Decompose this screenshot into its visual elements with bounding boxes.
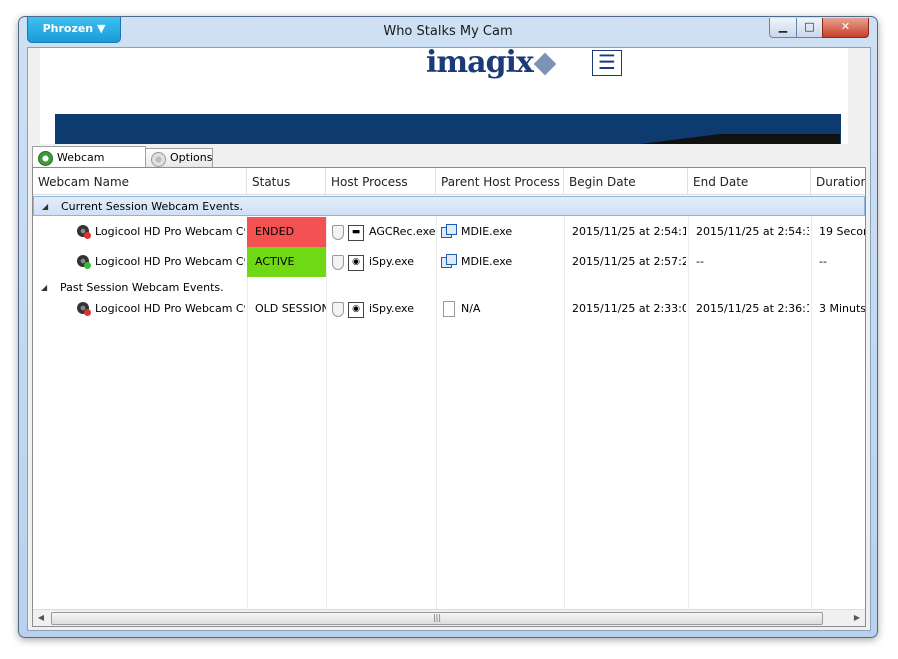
status-badge: OLD SESSION [255, 302, 326, 315]
host-process-cell: iSpy.exe [369, 302, 414, 315]
webcam-name-cell: Logicool HD Pro Webcam C910 [95, 225, 245, 238]
begin-date-cell: 2015/11/25 at 2:54:17 [572, 225, 686, 238]
duration-cell: 19 Secon [819, 225, 865, 238]
expand-triangle-icon[interactable]: ◢ [42, 197, 48, 217]
shield-icon [332, 255, 344, 270]
duration-cell: 3 Minuts. [819, 302, 865, 315]
hamburger-menu-icon[interactable]: ☰ [592, 50, 622, 76]
status-badge: ACTIVE [247, 247, 326, 277]
app-window: Phrozen ▼ Who Stalks My Cam ▁ □ ✕ imagix… [18, 16, 878, 638]
column-header-end-date[interactable]: End Date [688, 168, 811, 194]
eye-icon: ◉ [348, 255, 364, 271]
table-row[interactable]: Logicool HD Pro Webcam C910 ACTIVE ◉ iSp… [33, 247, 865, 277]
close-button[interactable]: ✕ [822, 18, 869, 38]
shield-icon [332, 302, 344, 317]
table-row[interactable]: Logicool HD Pro Webcam C910 OLD SESSION … [33, 294, 865, 324]
column-header-status[interactable]: Status [247, 168, 326, 194]
webcam-name-cell: Logicool HD Pro Webcam C910 [95, 302, 245, 315]
end-date-cell: 2015/11/25 at 2:36:12 [696, 302, 809, 315]
column-header-webcam-name[interactable]: Webcam Name [33, 168, 247, 194]
begin-date-cell: 2015/11/25 at 2:57:23 [572, 255, 686, 268]
eye-icon: ◉ [348, 302, 364, 318]
column-header-begin-date[interactable]: Begin Date [564, 168, 688, 194]
blank-page-icon [443, 301, 455, 317]
gear-icon [151, 152, 166, 167]
tab-options[interactable]: Options [145, 148, 213, 167]
column-header-parent-host-process[interactable]: Parent Host Process [436, 168, 564, 194]
window-icon [441, 254, 457, 268]
table-row[interactable]: Logicool HD Pro Webcam C910 ENDED ▬ AGCR… [33, 217, 865, 247]
group-label: Current Session Webcam Events. [61, 200, 243, 213]
scroll-left-arrow-icon[interactable]: ◀ [33, 610, 49, 626]
column-header-host-process[interactable]: Host Process [326, 168, 436, 194]
end-date-cell: 2015/11/25 at 2:54:36 [696, 225, 809, 238]
webcam-name-cell: Logicool HD Pro Webcam C910 [95, 255, 245, 268]
group-current-session[interactable]: ◢ Current Session Webcam Events. [33, 196, 865, 216]
column-header-duration[interactable]: Duration [811, 168, 865, 194]
webcam-icon [77, 255, 91, 269]
maximize-button[interactable]: □ [796, 18, 823, 38]
end-date-cell: -- [696, 255, 704, 268]
clock-icon [38, 151, 53, 166]
parent-process-cell: MDIE.exe [461, 225, 513, 238]
imagix-logo: imagix [426, 48, 557, 78]
duration-cell: -- [819, 255, 827, 268]
host-process-cell: AGCRec.exe [369, 225, 435, 238]
horizontal-scrollbar[interactable]: ◀ ||| ▶ [33, 609, 865, 626]
window-icon [441, 224, 457, 238]
status-badge: ENDED [247, 217, 326, 247]
tab-webcam-events[interactable]: Webcam Events [32, 146, 146, 186]
events-grid: Webcam Name Status Host Process Parent H… [32, 167, 866, 627]
webcam-icon [77, 225, 91, 239]
webcam-icon [77, 302, 91, 316]
recorder-icon: ▬ [348, 225, 364, 241]
window-title: Who Stalks My Cam [383, 24, 513, 39]
parent-process-cell: N/A [461, 302, 481, 315]
ad-banner[interactable]: imagix ☰ [40, 48, 848, 144]
host-process-cell: iSpy.exe [369, 255, 414, 268]
client-area: imagix ☰ Webcam Events Options Webcam Na… [27, 47, 871, 631]
scroll-thumb[interactable]: ||| [51, 612, 823, 625]
parent-process-cell: MDIE.exe [461, 255, 513, 268]
begin-date-cell: 2015/11/25 at 2:33:01 [572, 302, 686, 315]
minimize-button[interactable]: ▁ [769, 18, 797, 38]
shield-icon [332, 225, 344, 240]
scroll-right-arrow-icon[interactable]: ▶ [849, 610, 865, 626]
grid-header: Webcam Name Status Host Process Parent H… [33, 168, 865, 195]
title-bar[interactable]: Phrozen ▼ Who Stalks My Cam ▁ □ ✕ [19, 17, 877, 45]
